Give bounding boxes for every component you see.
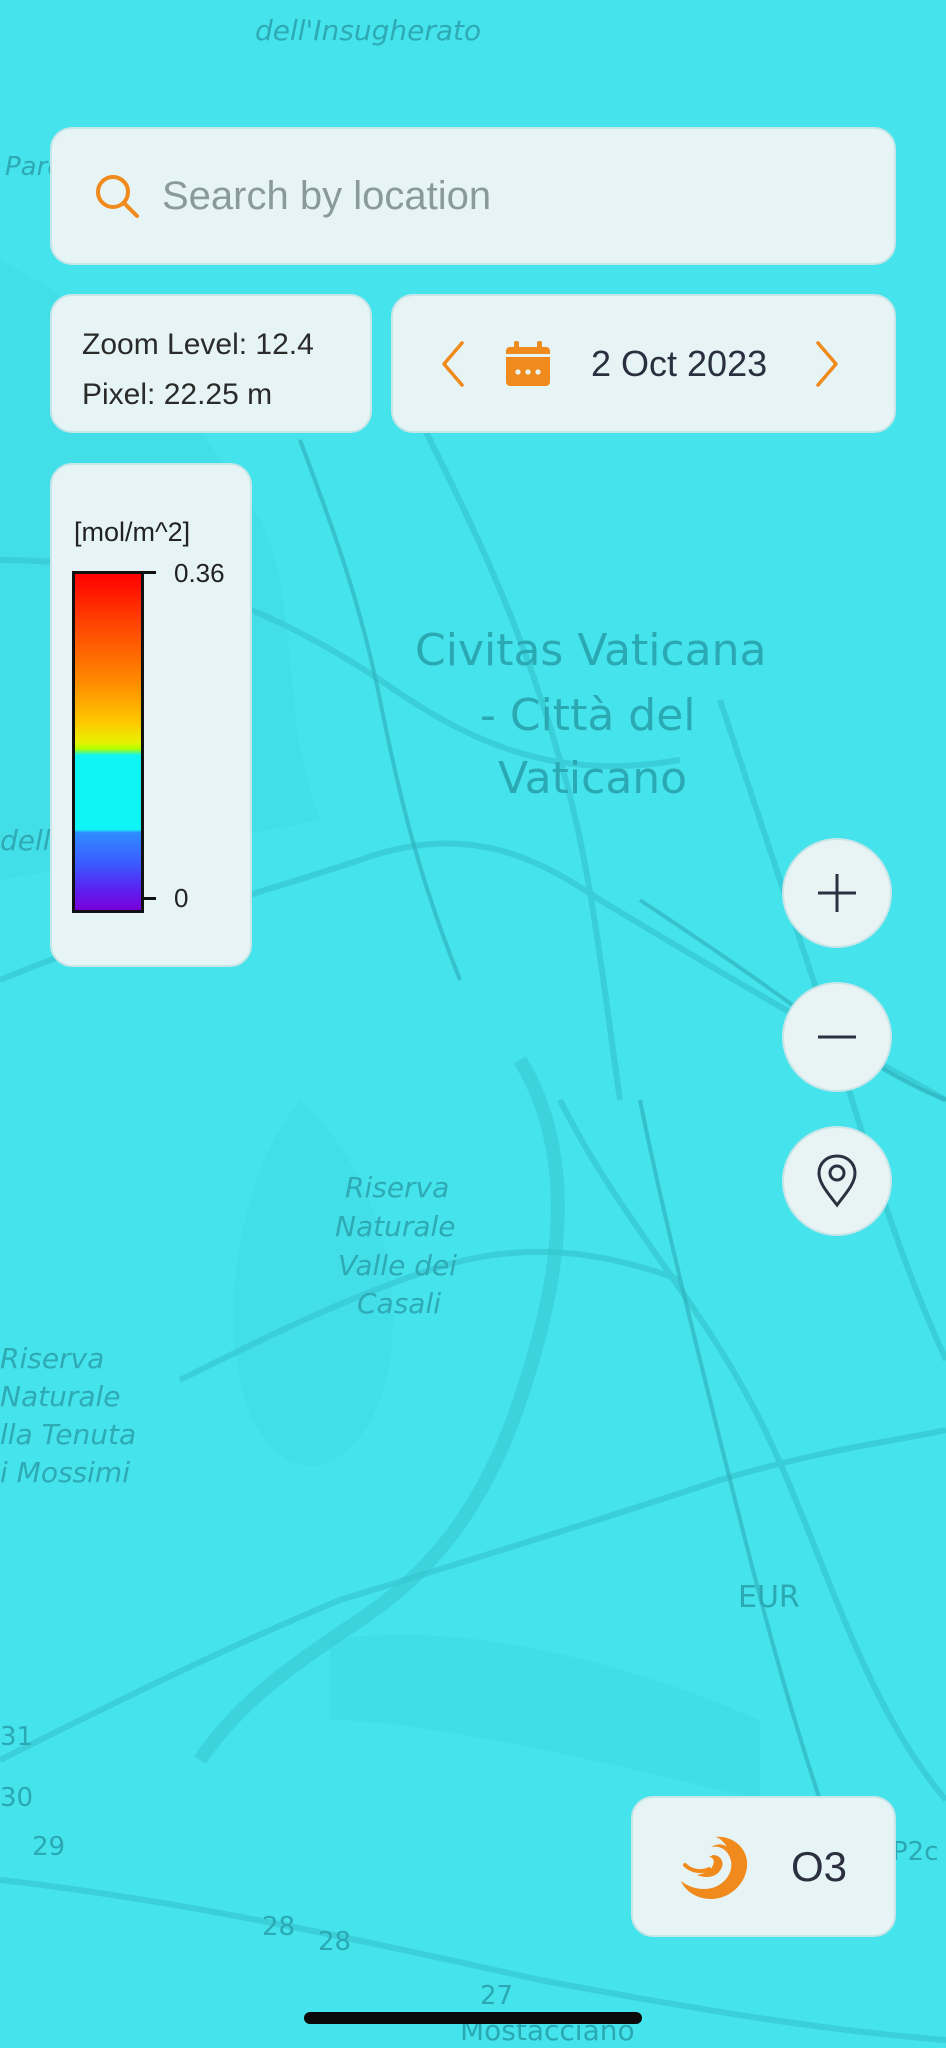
zoom-info-card: Zoom Level: 12.4 Pixel: 22.25 m [50,294,372,433]
legend-color-scale [72,571,144,913]
color-legend: [mol/m^2] 0.36 0 [50,463,252,967]
map-label: Naturale [335,1210,456,1243]
my-location-button[interactable] [782,1126,892,1236]
chevron-right-icon [816,340,838,387]
map-label: Naturale [0,1380,121,1413]
home-indicator[interactable] [304,2012,642,2024]
legend-max-tick [144,571,156,574]
map-label: Casali [357,1287,441,1320]
map-label: 30 [0,1783,33,1813]
search-icon [96,175,139,218]
zoom-out-button[interactable] [782,982,892,1092]
selected-date[interactable]: 2 Oct 2023 [591,343,787,385]
minus-icon [818,1035,856,1039]
pollutant-label: O3 [791,1842,848,1890]
calendar-icon[interactable] [503,339,553,389]
search-bar[interactable] [50,127,896,265]
map-label: Riserva [0,1342,104,1375]
map-label: P2c [892,1837,939,1867]
legend-min-tick [144,897,156,900]
map-label: EUR [738,1580,800,1615]
map-label: Valle dei [338,1249,457,1282]
date-picker: 2 Oct 2023 [391,294,896,433]
map-label: dell'Insugherato [255,14,481,47]
plus-icon [818,874,856,912]
map-label: Riserva [345,1171,449,1204]
map-label: Vaticano [498,753,687,804]
swirl-icon [681,1836,748,1899]
chevron-left-icon [442,340,464,387]
pollutant-selector[interactable]: O3 [631,1796,896,1937]
search-input[interactable] [160,172,804,220]
zoom-in-button[interactable] [782,838,892,948]
previous-date-button[interactable] [433,339,473,389]
legend-max-value: 0.36 [174,558,225,588]
map-label: Civitas Vaticana [415,625,766,676]
map-label: 29 [32,1832,65,1862]
map-label: lla Tenuta [0,1418,136,1451]
map-label: 31 [0,1722,33,1752]
map-label: 28 [262,1912,295,1942]
map-label: i Mossimi [0,1456,130,1489]
map-label: - Città del [480,690,696,741]
legend-unit: [mol/m^2] [74,517,191,547]
map-label: 27 [480,1981,513,2011]
location-pin-icon [817,1154,857,1208]
next-date-button[interactable] [807,339,847,389]
legend-min-value: 0 [174,883,189,913]
map-label: 28 [318,1927,351,1957]
zoom-level-text: Zoom Level: 12.4 [82,328,314,361]
pixel-size-text: Pixel: 22.25 m [82,378,273,411]
